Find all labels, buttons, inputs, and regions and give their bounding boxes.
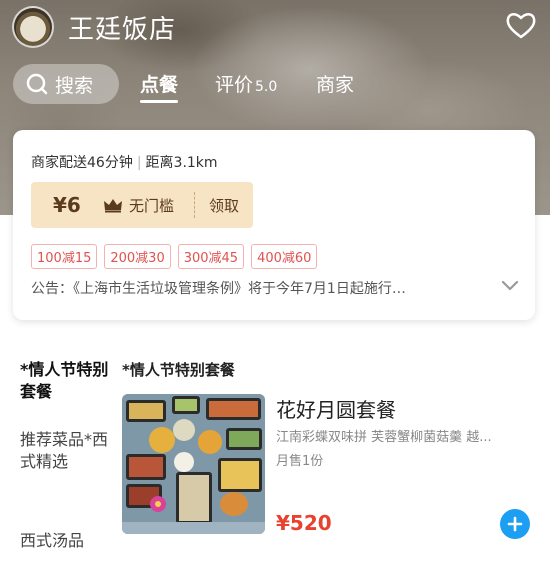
delivery-time: 商家配送46分钟: [31, 155, 133, 171]
coupon-amount: ¥6: [53, 193, 81, 217]
category-item-valentine[interactable]: *情人节特别套餐: [20, 359, 110, 403]
dish-name: 花好月圆套餐: [276, 398, 396, 422]
tab-review-label: 评价: [215, 74, 254, 96]
dish-price: ¥520: [276, 511, 332, 535]
chevron-down-icon[interactable]: [501, 280, 519, 292]
delivery-info: 商家配送46分钟 | 距离3.1km: [31, 152, 218, 172]
tab-order[interactable]: 点餐: [140, 70, 179, 103]
tab-review-rating: 5.0: [255, 79, 278, 95]
promo-badge: 400减60: [251, 244, 318, 269]
add-to-cart-button[interactable]: [500, 509, 530, 539]
promotions: 100减15 200减30 300减45 400减60: [31, 244, 318, 269]
tab-order-label: 点餐: [140, 74, 179, 96]
search-label: 搜索: [55, 74, 94, 97]
coupon-condition: 无门槛: [129, 196, 175, 215]
promo-badge: 300减45: [177, 244, 245, 269]
promo-badge: 100减15: [31, 244, 98, 269]
search-icon: [26, 73, 48, 95]
section-title: *情人节特别套餐: [122, 361, 235, 379]
coupon-divider: [194, 192, 196, 218]
tab-review[interactable]: 评价 5.0: [215, 70, 277, 97]
search-button[interactable]: 搜索: [13, 64, 119, 104]
tab-merchant-label: 商家: [316, 74, 355, 96]
tab-merchant[interactable]: 商家: [316, 70, 354, 97]
announcement[interactable]: 公告：《上海市生活垃圾管理条例》将于今年7月1日起施行…: [31, 278, 471, 298]
active-tab-underline: [140, 100, 178, 103]
distance: 距离3.1km: [145, 155, 218, 171]
claim-coupon-button[interactable]: 领取: [209, 195, 239, 216]
dish-image[interactable]: [122, 394, 265, 534]
dish-description: 江南彩蝶双味拼 芙蓉蟹柳菌菇羹 越...: [276, 430, 492, 445]
plus-icon: [507, 516, 523, 532]
divider: |: [136, 155, 142, 171]
shop-avatar[interactable]: [12, 6, 54, 48]
heart-icon[interactable]: [505, 10, 537, 40]
coupon[interactable]: ¥6 无门槛 领取: [31, 182, 253, 228]
shop-name: 王廷饭店: [68, 15, 177, 45]
dish-photo-illustration: [122, 394, 265, 534]
shop-info-card: 商家配送46分钟 | 距离3.1km ¥6 无门槛 领取 100减15 200减30…: [13, 130, 535, 320]
crown-icon: [104, 199, 122, 213]
promo-badge: 200减30: [104, 244, 171, 269]
category-item-soup[interactable]: 西式汤品: [20, 530, 110, 552]
category-item-recommended[interactable]: 推荐菜品*西式精选: [20, 429, 110, 473]
dish-sales: 月售1份: [276, 454, 324, 469]
